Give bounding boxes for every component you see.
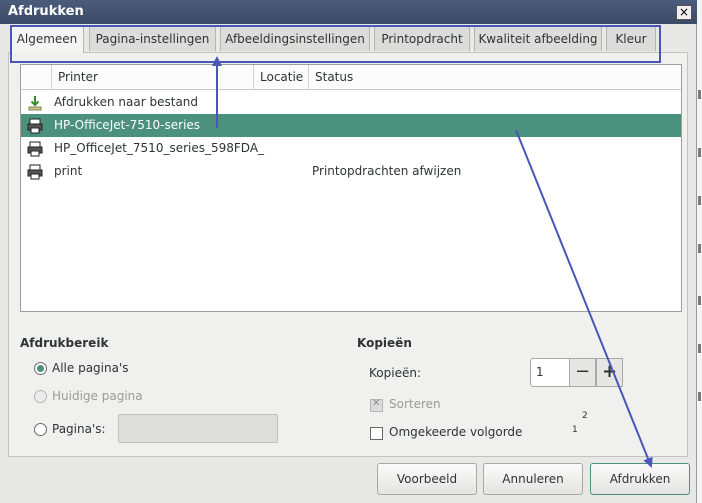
print-to-file-icon	[28, 96, 42, 111]
printer-row[interactable]: HP_OfficeJet_7510_series_598FDA_	[21, 137, 681, 160]
header-icon-column[interactable]	[21, 65, 51, 90]
preview-button[interactable]: Voorbeeld	[377, 463, 477, 495]
copies-increment-button[interactable]: +	[596, 358, 623, 387]
collate-preview-page-1: 1	[572, 425, 578, 435]
printer-row[interactable]: Afdrukken naar bestand	[21, 91, 681, 114]
background-mark	[698, 90, 701, 99]
pages-label: Pagina's:	[52, 422, 106, 436]
printer-row[interactable]: print Printopdrachten afwijzen	[21, 160, 681, 183]
pages-range-input[interactable]	[118, 414, 278, 443]
printer-icon	[27, 141, 43, 157]
copies-title: Kopieën	[357, 336, 412, 350]
close-button[interactable]: ×	[676, 5, 692, 20]
printer-name: print	[54, 164, 83, 178]
all-pages-radio[interactable]	[34, 362, 47, 375]
current-page-label: Huidige pagina	[52, 389, 143, 403]
collate-preview-page-2: 2	[582, 411, 588, 421]
title-bar: Afdrukken ×	[0, 0, 697, 24]
printer-name: HP_OfficeJet_7510_series_598FDA_	[54, 141, 265, 155]
collate-checkbox[interactable]	[370, 398, 383, 412]
current-page-radio[interactable]	[34, 390, 47, 403]
background-window-edge	[697, 0, 702, 503]
pages-radio[interactable]	[34, 423, 47, 436]
background-mark	[698, 392, 701, 401]
all-pages-label: Alle pagina's	[52, 361, 129, 375]
window-title: Afdrukken	[8, 4, 84, 19]
reverse-order-label: Omgekeerde volgorde	[389, 425, 523, 439]
copies-decrement-button[interactable]: −	[569, 358, 596, 387]
print-dialog: Afdrukken × Algemeen Pagina-instellingen…	[0, 0, 697, 503]
printer-status: Printopdrachten afwijzen	[312, 164, 462, 178]
background-mark	[698, 148, 701, 157]
printer-name: Afdrukken naar bestand	[54, 95, 199, 109]
column-header-status[interactable]: Status	[308, 65, 681, 90]
background-mark	[698, 196, 701, 205]
printer-icon	[27, 164, 43, 180]
print-range-title: Afdrukbereik	[20, 336, 109, 350]
annotation-tabs-outline	[10, 25, 661, 63]
background-mark	[698, 244, 701, 253]
collate-label: Sorteren	[389, 397, 441, 411]
copies-label: Kopieën:	[369, 366, 421, 380]
background-mark	[698, 296, 701, 305]
column-header-printer[interactable]: Printer	[51, 65, 253, 90]
printer-row-selected[interactable]: HP-OfficeJet-7510-series	[21, 114, 681, 137]
printer-icon	[27, 118, 43, 134]
background-mark	[698, 344, 701, 353]
printer-list-header: Printer Locatie Status	[21, 65, 681, 90]
printer-list[interactable]: Printer Locatie Status Afdrukken naar be…	[20, 64, 682, 312]
print-button[interactable]: Afdrukken	[590, 463, 690, 495]
reverse-order-checkbox[interactable]	[370, 427, 383, 440]
cancel-button[interactable]: Annuleren	[483, 463, 583, 495]
copies-input[interactable]: 1	[530, 358, 570, 387]
printer-name: HP-OfficeJet-7510-series	[54, 118, 201, 132]
column-header-location[interactable]: Locatie	[253, 65, 308, 90]
